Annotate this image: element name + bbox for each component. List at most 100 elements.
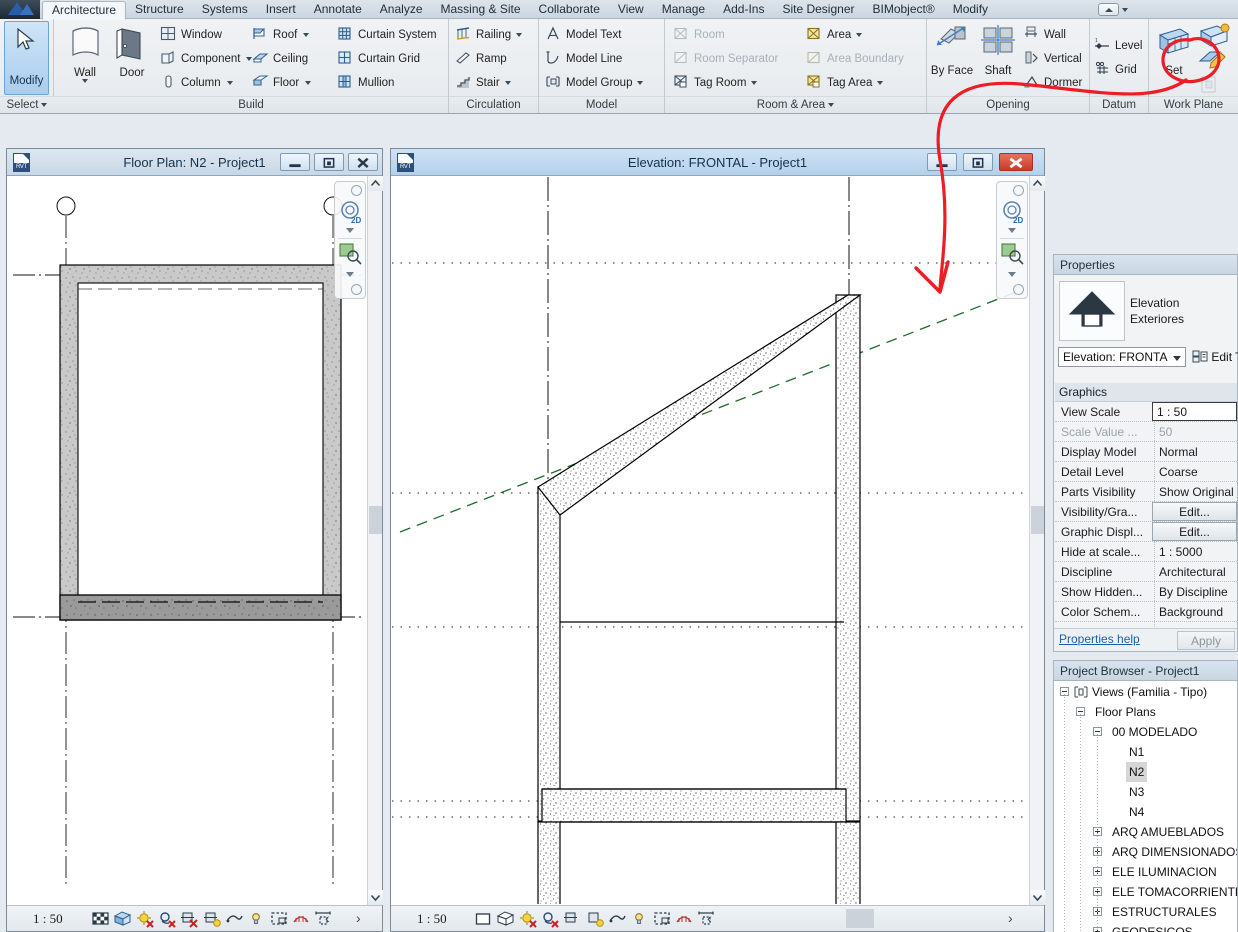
property-value[interactable]: Show Original	[1154, 482, 1237, 501]
tree-node-n3[interactable]: N3	[1054, 782, 1237, 802]
floor-plan-titlebar[interactable]: RVT Floor Plan: N2 - Project1	[7, 149, 382, 176]
chevron-down-icon[interactable]	[877, 80, 884, 85]
ramp-button[interactable]: Ramp	[455, 47, 507, 71]
navbar-close-icon[interactable]	[1013, 185, 1024, 196]
opening-by-face-button[interactable]: By Face	[929, 23, 975, 77]
tree-node-n1[interactable]: N1	[1054, 742, 1237, 762]
property-row-graphic-display[interactable]: Graphic Displ... Edit...	[1055, 522, 1237, 542]
floor-plan-minimize-button[interactable]	[280, 153, 310, 171]
tree-node-n4[interactable]: N4	[1054, 802, 1237, 822]
crop-view-icon[interactable]	[608, 910, 627, 928]
navbar-collapse-icon[interactable]	[351, 284, 362, 295]
tree-node-views[interactable]: Views (Familia - Tipo)	[1054, 682, 1237, 702]
properties-help-link[interactable]: Properties help	[1059, 632, 1140, 646]
tree-node-estructurales[interactable]: ESTRUCTURALES	[1054, 902, 1237, 922]
floor-button[interactable]: Floor	[252, 71, 312, 95]
scroll-down-arrow[interactable]	[368, 890, 383, 905]
tab-analyze[interactable]: Analyze	[371, 0, 432, 19]
chevron-down-icon[interactable]	[82, 79, 88, 83]
ceiling-button[interactable]: Ceiling	[252, 47, 308, 71]
tree-node-ele-tomacorrientes[interactable]: ELE TOMACORRIENTES	[1054, 882, 1237, 902]
workplane-ref-plane-button[interactable]	[1197, 49, 1233, 73]
elevation-titlebar[interactable]: RVT Elevation: FRONTAL - Project1	[391, 149, 1044, 176]
chevron-down-icon[interactable]	[1122, 7, 1128, 12]
railing-button[interactable]: Railing	[455, 23, 523, 47]
reveal-hidden-icon[interactable]	[292, 910, 311, 928]
tab-bimobject[interactable]: BIMobject®	[864, 0, 944, 19]
tab-site-designer[interactable]: Site Designer	[773, 0, 863, 19]
modify-button[interactable]: Modify	[4, 21, 49, 95]
elevation-canvas[interactable]	[392, 177, 1028, 904]
dormer-opening-button[interactable]: Dormer	[1023, 71, 1082, 95]
tab-massing-site[interactable]: Massing & Site	[432, 0, 530, 19]
zoom-region-icon[interactable]	[1000, 242, 1026, 266]
chevron-down-icon[interactable]	[346, 272, 354, 277]
window-button[interactable]: Window	[160, 23, 222, 47]
panel-select-title[interactable]: Select	[0, 96, 54, 113]
property-value[interactable]: Architectural	[1154, 562, 1237, 581]
tab-view[interactable]: View	[609, 0, 653, 19]
wall-opening-button[interactable]: Wall	[1023, 23, 1066, 47]
application-menu-button[interactable]	[0, 0, 40, 19]
detail-level-icon[interactable]	[113, 910, 132, 928]
mullion-button[interactable]: Mullion	[337, 71, 394, 95]
floor-plan-next-button[interactable]: ›	[356, 910, 361, 926]
properties-grid[interactable]: Graphics View Scale 1 : 50 Scale Value .…	[1055, 383, 1237, 627]
shadows-icon[interactable]	[563, 910, 582, 928]
tab-addins[interactable]: Add-Ins	[714, 0, 773, 19]
tab-systems[interactable]: Systems	[193, 0, 257, 19]
tree-node-geodesicos[interactable]: GEODESICOS	[1054, 922, 1237, 932]
component-button[interactable]: Component	[160, 47, 253, 71]
elevation-hscroll-thumb[interactable]	[846, 909, 874, 928]
graphic-display-edit-button[interactable]: Edit...	[1152, 522, 1237, 541]
chevron-down-icon[interactable]	[41, 102, 48, 107]
project-browser-tree[interactable]: Views (Familia - Tipo) Floor Plans 00 MO…	[1054, 682, 1237, 932]
property-row-color-scheme-location[interactable]: Color Schem... Background	[1055, 602, 1237, 622]
tab-structure[interactable]: Structure	[126, 0, 193, 19]
chevron-down-icon[interactable]	[751, 80, 758, 85]
visual-style-icon[interactable]	[136, 910, 155, 928]
navbar-collapse-icon[interactable]	[1013, 284, 1024, 295]
tab-collaborate[interactable]: Collaborate	[530, 0, 609, 19]
property-row-visibility-graphics[interactable]: Visibility/Gra... Edit...	[1055, 502, 1237, 522]
sun-path-icon[interactable]	[541, 910, 560, 928]
column-button[interactable]: Column	[160, 71, 233, 95]
property-value[interactable]: Background	[1154, 602, 1237, 621]
elevation-scale[interactable]: 1 : 50	[417, 906, 447, 932]
floor-plan-maximize-button[interactable]	[314, 153, 344, 171]
zoom-region-icon[interactable]	[338, 242, 364, 266]
property-row-hide-at-scale[interactable]: Hide at scale... 1 : 5000	[1055, 542, 1237, 562]
floor-plan-prev-button[interactable]: ‹	[325, 910, 330, 926]
chevron-down-icon[interactable]	[828, 102, 835, 107]
chevron-down-icon[interactable]	[1008, 228, 1016, 233]
property-row-view-scale[interactable]: View Scale 1 : 50	[1055, 402, 1237, 422]
visibility-graphics-edit-button[interactable]: Edit...	[1152, 502, 1237, 521]
tree-node-floor-plans[interactable]: Floor Plans	[1054, 702, 1237, 722]
edit-type-button[interactable]: Edit Type	[1192, 347, 1238, 367]
model-text-button[interactable]: Model Text	[545, 23, 621, 47]
door-button[interactable]: Door	[109, 25, 155, 79]
tab-architecture[interactable]: Architecture	[42, 1, 127, 20]
tree-node-ele-iluminacion[interactable]: ELE ILUMINACION	[1054, 862, 1237, 882]
elevation-prev-button[interactable]: ‹	[707, 910, 712, 926]
floor-plan-vscrollbar[interactable]	[367, 176, 383, 905]
curtain-grid-button[interactable]: Curtain Grid	[337, 47, 420, 71]
property-row-discipline[interactable]: Discipline Architectural	[1055, 562, 1237, 582]
elevation-window[interactable]: RVT Elevation: FRONTAL - Project1 2D 1:…	[390, 148, 1045, 932]
ribbon-display-options[interactable]	[1098, 2, 1138, 17]
tab-modify[interactable]: Modify	[944, 0, 997, 19]
property-value[interactable]	[1154, 622, 1237, 627]
vertical-opening-button[interactable]: Vertical	[1023, 47, 1082, 71]
navbar-close-icon[interactable]	[351, 185, 362, 196]
tab-insert[interactable]: Insert	[257, 0, 305, 19]
project-browser[interactable]: Project Browser - Project1 Views (Famili…	[1053, 660, 1238, 932]
property-row-display-model[interactable]: Display Model Normal	[1055, 442, 1237, 462]
scroll-up-arrow[interactable]	[368, 176, 383, 191]
tree-node-arq-dimensionados[interactable]: ARQ DIMENSIONADOS	[1054, 842, 1237, 862]
elevation-navigation-bar[interactable]: 2D	[996, 181, 1028, 299]
model-line-button[interactable]: Model Line	[545, 47, 622, 71]
floor-plan-canvas[interactable]	[8, 177, 366, 904]
workplane-show-button[interactable]	[1197, 21, 1233, 49]
render-dialog-icon[interactable]	[203, 910, 222, 928]
property-row-parts-visibility[interactable]: Parts Visibility Show Original	[1055, 482, 1237, 502]
